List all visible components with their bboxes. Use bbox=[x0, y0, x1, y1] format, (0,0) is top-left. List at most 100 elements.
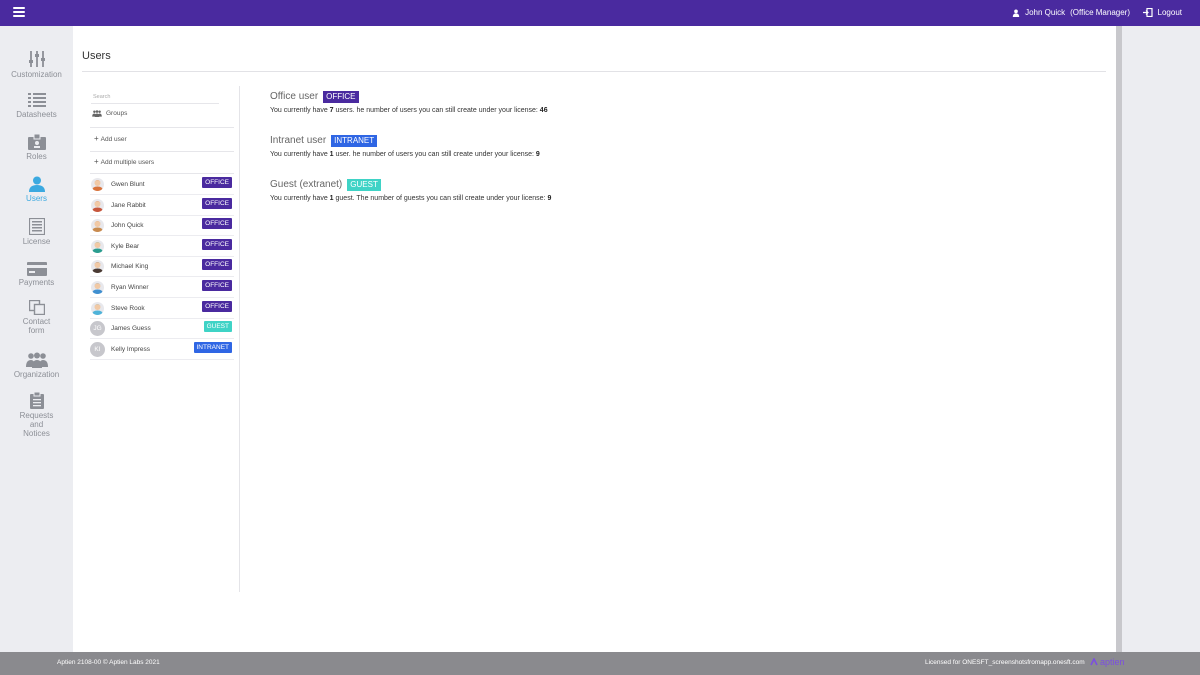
user-icon bbox=[1012, 9, 1020, 17]
divider bbox=[90, 127, 234, 128]
sidebar-item-users[interactable]: Users bbox=[0, 176, 73, 203]
user-row[interactable]: Steve Rook OFFICE bbox=[90, 299, 234, 319]
sidebar-item-contact-form[interactable]: Contact form bbox=[0, 300, 73, 335]
groups-link[interactable]: Groups bbox=[92, 110, 127, 117]
section-text: You currently have 1 user. he number of … bbox=[270, 151, 540, 158]
section-office-user: Office user OFFICE You currently have 7 … bbox=[270, 90, 548, 114]
logo-text: aptien bbox=[1100, 657, 1125, 667]
top-bar: John Quick (Office Manager) Logout bbox=[0, 0, 1200, 26]
remaining-count: 9 bbox=[547, 195, 552, 202]
avatar bbox=[91, 198, 104, 212]
text-prefix: You currently have bbox=[270, 195, 330, 202]
avatar bbox=[91, 239, 104, 253]
avatar bbox=[91, 281, 104, 294]
section-title: Intranet user bbox=[270, 135, 327, 146]
plus-icon: + bbox=[94, 134, 99, 143]
sidebar-label: Requests and Notices bbox=[19, 411, 54, 438]
user-name: John Quick bbox=[1025, 8, 1066, 17]
user-row[interactable]: Ryan Winner OFFICE bbox=[90, 278, 234, 298]
sidebar-label: Users bbox=[26, 194, 47, 203]
aptien-logo[interactable]: aptien bbox=[1090, 657, 1125, 667]
add-multiple-label: Add multiple users bbox=[100, 159, 155, 166]
section-text: You currently have 1 guest. The number o… bbox=[270, 195, 551, 202]
sliders-icon bbox=[28, 51, 45, 67]
page-title: Users bbox=[82, 50, 111, 62]
user-row[interactable]: Jane Rabbit OFFICE bbox=[90, 196, 234, 216]
hamburger-menu-icon[interactable] bbox=[13, 7, 25, 17]
sidebar-label: Roles bbox=[26, 152, 47, 161]
list-icon bbox=[27, 93, 46, 107]
remaining-count: 9 bbox=[535, 151, 540, 158]
contact-form-icon bbox=[28, 300, 45, 315]
user-name: James Guess bbox=[111, 325, 151, 333]
add-multiple-users-button[interactable]: + Add multiple users bbox=[94, 157, 154, 166]
office-badge: OFFICE bbox=[202, 238, 232, 250]
current-user[interactable]: John Quick (Office Manager) bbox=[1012, 8, 1130, 17]
user-list-panel: Search Groups + Add user + Add multiple us… bbox=[82, 86, 240, 592]
section-title: Guest (extranet) bbox=[270, 179, 343, 190]
divider bbox=[82, 71, 1106, 72]
user-name: Ryan Winner bbox=[111, 284, 149, 291]
aptien-logo-icon bbox=[1090, 658, 1098, 666]
sidebar-item-organization[interactable]: Organization bbox=[0, 352, 73, 379]
text-mid: guest. The number of guests you can stil… bbox=[333, 195, 548, 202]
user-row[interactable]: JG James Guess GUEST bbox=[90, 319, 234, 340]
user-row[interactable]: John Quick OFFICE bbox=[90, 216, 234, 237]
sidebar-label: Organization bbox=[13, 370, 60, 379]
user-name: Steve Rook bbox=[111, 304, 145, 312]
user-row[interactable]: KI Kelly Impress INTRANET bbox=[90, 340, 234, 360]
sidebar-label: Customization bbox=[11, 70, 62, 79]
add-user-button[interactable]: + Add user bbox=[94, 134, 127, 143]
guest-badge: GUEST bbox=[347, 178, 381, 191]
sidebar-item-datasheets[interactable]: Datasheets bbox=[0, 93, 73, 119]
sidebar-label: Contact form bbox=[22, 317, 51, 335]
sidebar-item-requests-notices[interactable]: Requests and Notices bbox=[0, 392, 73, 438]
office-badge: OFFICE bbox=[202, 218, 232, 230]
intranet-badge: INTRANET bbox=[193, 341, 232, 353]
section-title: Office user bbox=[270, 91, 319, 102]
office-badge: OFFICE bbox=[202, 197, 232, 209]
organization-icon bbox=[25, 352, 48, 368]
right-margin bbox=[1122, 26, 1200, 652]
avatar bbox=[91, 178, 104, 191]
plus-icon: + bbox=[94, 157, 99, 166]
user-row[interactable]: Kyle Bear OFFICE bbox=[90, 237, 234, 257]
logout-button[interactable]: Logout bbox=[1142, 8, 1182, 17]
add-user-label: Add user bbox=[100, 136, 127, 143]
license-icon bbox=[28, 218, 45, 235]
user-name: Michael King bbox=[111, 263, 149, 271]
avatar bbox=[91, 260, 104, 274]
user-row[interactable]: Michael King OFFICE bbox=[90, 257, 234, 278]
user-name: Kyle Bear bbox=[111, 242, 140, 250]
section-intranet-user: Intranet user INTRANET You currently hav… bbox=[270, 134, 540, 158]
remaining-count: 46 bbox=[539, 107, 548, 114]
text-mid: users. he number of users you can still … bbox=[333, 107, 540, 114]
sidebar-item-license[interactable]: License bbox=[0, 218, 73, 246]
intranet-badge: INTRANET bbox=[331, 134, 378, 147]
sidebar-item-roles[interactable]: Roles bbox=[0, 134, 73, 161]
text-prefix: You currently have bbox=[270, 151, 330, 158]
sidebar-label: Datasheets bbox=[16, 110, 57, 119]
avatar: JG bbox=[90, 321, 105, 337]
divider bbox=[90, 173, 234, 174]
groups-icon bbox=[92, 110, 102, 117]
sidebar-label: Payments bbox=[18, 278, 55, 287]
office-badge: OFFICE bbox=[202, 177, 232, 188]
text-mid: user. he number of users you can still c… bbox=[333, 151, 536, 158]
logout-label: Logout bbox=[1157, 8, 1182, 17]
sidebar-item-payments[interactable]: Payments bbox=[0, 262, 73, 287]
section-text: You currently have 7 users. he number of… bbox=[270, 107, 548, 114]
main-content: Users Search Groups + Add user + Add multi… bbox=[73, 26, 1116, 652]
id-badge-icon bbox=[27, 134, 46, 150]
user-icon bbox=[28, 176, 45, 192]
office-badge: OFFICE bbox=[202, 259, 232, 271]
user-row[interactable]: Gwen Blunt OFFICE bbox=[90, 175, 234, 195]
sidebar-label: License bbox=[22, 237, 51, 246]
clipboard-icon bbox=[29, 392, 44, 409]
office-badge: OFFICE bbox=[202, 300, 232, 312]
sidebar-item-customization[interactable]: Customization bbox=[0, 50, 73, 79]
footer-license: Licensed for ONESFT_screenshotsfromapp.o… bbox=[925, 659, 1085, 666]
text-prefix: You currently have bbox=[270, 107, 330, 114]
search-input[interactable]: Search bbox=[91, 90, 219, 104]
footer: Aptien 2108-00 © Aptien Labs 2021 Licens… bbox=[0, 652, 1200, 675]
